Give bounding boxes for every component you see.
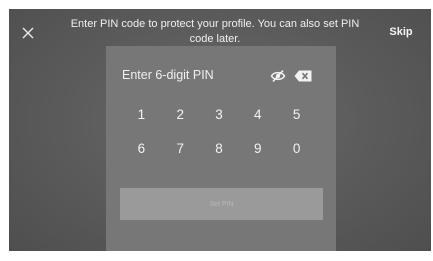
key-2[interactable]: 2: [161, 106, 200, 124]
instruction-text: Enter PIN code to protect your profile. …: [70, 18, 360, 45]
key-0[interactable]: 0: [277, 140, 316, 158]
skip-button[interactable]: Skip: [381, 26, 421, 38]
backspace-button[interactable]: [294, 70, 312, 82]
backspace-icon: [294, 70, 312, 82]
eye-off-icon: [270, 69, 286, 83]
toggle-pin-visibility-button[interactable]: [270, 69, 286, 83]
bottom-divider: [9, 251, 431, 256]
key-1[interactable]: 1: [122, 106, 161, 124]
pin-setup-screen: Enter PIN code to protect your profile. …: [9, 9, 431, 256]
set-pin-button[interactable]: Set PIN: [120, 188, 323, 220]
close-icon: [22, 27, 34, 39]
key-8[interactable]: 8: [200, 140, 239, 158]
pin-entry-panel: Enter 6-digit PIN 1 2 3 4 5 6 7 8 9 0 Se…: [106, 46, 336, 254]
key-6[interactable]: 6: [122, 140, 161, 158]
pin-prompt-label: Enter 6-digit PIN: [122, 68, 214, 82]
key-4[interactable]: 4: [238, 106, 277, 124]
key-3[interactable]: 3: [200, 106, 239, 124]
key-7[interactable]: 7: [161, 140, 200, 158]
close-button[interactable]: [19, 24, 37, 42]
key-5[interactable]: 5: [277, 106, 316, 124]
key-9[interactable]: 9: [238, 140, 277, 158]
numeric-keypad: 1 2 3 4 5 6 7 8 9 0: [122, 106, 316, 158]
